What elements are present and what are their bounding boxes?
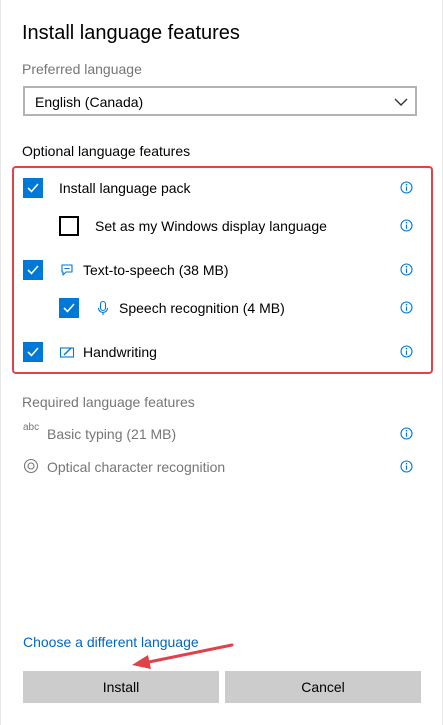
checkmark-icon — [63, 303, 75, 313]
required-item-ocr: Optical character recognition — [0, 453, 443, 483]
language-pack-checkbox[interactable] — [23, 178, 43, 198]
info-icon[interactable] — [400, 219, 413, 232]
speech-bubble-icon — [61, 264, 73, 276]
optional-item-language-pack: Install language pack — [0, 174, 443, 204]
install-button[interactable]: Install — [23, 671, 219, 703]
info-icon[interactable] — [400, 263, 413, 276]
handwriting-checkbox[interactable] — [23, 342, 43, 362]
language-pack-label: Install language pack — [59, 180, 191, 196]
preferred-language-value: English (Canada) — [35, 94, 144, 110]
info-icon[interactable] — [400, 345, 413, 358]
checkmark-icon — [27, 183, 39, 193]
optional-item-display-language: Set as my Windows display language — [0, 212, 443, 242]
required-item-basic-typing: abc Basic typing (21 MB) — [0, 420, 443, 450]
handwriting-label: Handwriting — [83, 344, 157, 360]
microphone-icon — [97, 300, 109, 315]
checkmark-icon — [27, 347, 39, 357]
preferred-language-dropdown[interactable]: English (Canada) — [23, 86, 417, 116]
annotation-arrow — [132, 643, 234, 669]
speech-recognition-checkbox[interactable] — [59, 298, 79, 318]
ocr-icon — [23, 458, 39, 474]
optional-item-speech-recognition: Speech recognition (4 MB) — [0, 294, 443, 324]
speech-recognition-label: Speech recognition (4 MB) — [119, 300, 285, 316]
optional-item-text-to-speech: Text-to-speech (38 MB) — [0, 256, 443, 286]
checkmark-icon — [27, 265, 39, 275]
text-to-speech-label: Text-to-speech (38 MB) — [83, 262, 229, 278]
chevron-down-icon — [394, 98, 408, 106]
dialog-title: Install language features — [22, 22, 240, 44]
required-features-label: Required language features — [22, 394, 195, 410]
info-icon[interactable] — [400, 181, 413, 194]
display-language-label: Set as my Windows display language — [95, 218, 327, 234]
info-icon[interactable] — [400, 301, 413, 314]
text-to-speech-checkbox[interactable] — [23, 260, 43, 280]
pen-icon — [59, 347, 75, 358]
cancel-button[interactable]: Cancel — [225, 671, 421, 703]
basic-typing-label: Basic typing (21 MB) — [47, 426, 177, 442]
optional-item-handwriting: Handwriting — [0, 338, 443, 368]
optional-features-label: Optional language features — [22, 143, 191, 159]
info-icon[interactable] — [400, 460, 413, 473]
preferred-language-label: Preferred language — [22, 61, 142, 77]
abc-icon: abc — [23, 422, 40, 433]
display-language-checkbox[interactable] — [59, 216, 79, 236]
ocr-label: Optical character recognition — [47, 459, 226, 475]
info-icon[interactable] — [400, 427, 413, 440]
